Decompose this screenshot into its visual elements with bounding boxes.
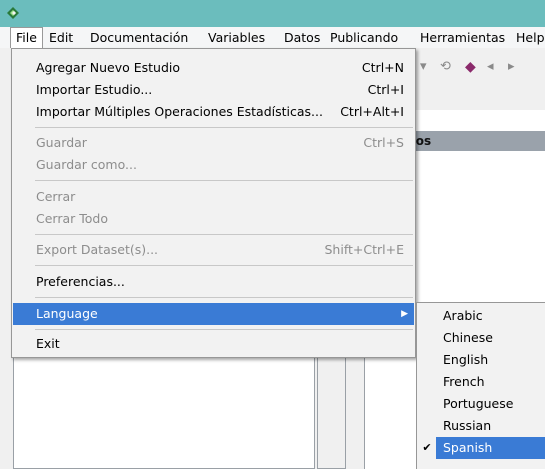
- menu-item-shortcut: Ctrl+S: [363, 135, 404, 150]
- menu-item-shortcut: Ctrl+Alt+I: [340, 104, 404, 119]
- window-titlebar: [0, 0, 545, 27]
- refresh-icon[interactable]: ⟲: [440, 59, 451, 74]
- menu-separator: [35, 265, 413, 266]
- prev-arrow-icon[interactable]: ◂: [487, 59, 494, 74]
- language-option-label: Arabic: [443, 308, 483, 323]
- menu-item-shortcut: Ctrl+I: [367, 82, 404, 97]
- menu-item-label: Cerrar: [36, 189, 76, 204]
- menu-separator: [35, 297, 413, 298]
- menu-item-label: Importar Múltiples Operaciones Estadísti…: [36, 104, 323, 119]
- menu-documentacion[interactable]: Documentación: [85, 27, 193, 48]
- menu-separator: [35, 329, 413, 330]
- menu-item-label: Importar Estudio...: [36, 82, 153, 97]
- language-option-english[interactable]: English: [418, 349, 545, 371]
- menu-item-label: Cerrar Todo: [36, 211, 108, 226]
- menu-item-label: Language: [36, 306, 98, 321]
- menu-item-exit[interactable]: Exit: [13, 333, 414, 355]
- menu-item-label: Guardar: [36, 135, 87, 150]
- checkmark-icon: ✔: [418, 437, 436, 459]
- language-option-label: French: [443, 374, 485, 389]
- menu-item-label: Guardar como...: [36, 157, 137, 172]
- menu-item-shortcut: Shift+Ctrl+E: [324, 242, 405, 257]
- language-option-russian[interactable]: Russian: [418, 415, 545, 437]
- menu-edit[interactable]: Edit: [44, 27, 78, 48]
- menu-item-export-datasets[interactable]: Export Dataset(s)... Shift+Ctrl+E: [13, 239, 414, 261]
- language-option-french[interactable]: French: [418, 371, 545, 393]
- language-option-label: English: [443, 352, 489, 367]
- menu-item-guardar-como[interactable]: Guardar como...: [13, 154, 414, 176]
- menu-item-label: Export Dataset(s)...: [36, 242, 159, 257]
- menu-item-label: Preferencias...: [36, 274, 125, 289]
- menu-item-importar-multiples[interactable]: Importar Múltiples Operaciones Estadísti…: [13, 101, 414, 123]
- menu-file[interactable]: File: [10, 27, 43, 48]
- menubar: File Edit Documentación Variables Datos …: [0, 27, 545, 49]
- next-arrow-icon[interactable]: ▸: [508, 59, 515, 74]
- menu-item-language[interactable]: Language ▶: [13, 303, 414, 325]
- menu-item-label: Agregar Nuevo Estudio: [36, 60, 181, 75]
- menu-item-cerrar-todo[interactable]: Cerrar Todo: [13, 208, 414, 230]
- language-option-label: Chinese: [443, 330, 493, 345]
- language-option-portuguese[interactable]: Portuguese: [418, 393, 545, 415]
- menu-item-agregar-nuevo-estudio[interactable]: Agregar Nuevo Estudio Ctrl+N: [13, 57, 414, 79]
- file-menu-dropdown: Agregar Nuevo Estudio Ctrl+N Importar Es…: [11, 48, 416, 358]
- menu-item-importar-estudio[interactable]: Importar Estudio... Ctrl+I: [13, 79, 414, 101]
- menu-item-label: Exit: [36, 336, 60, 351]
- language-option-spanish[interactable]: ✔ Spanish: [418, 437, 545, 459]
- language-option-arabic[interactable]: Arabic: [418, 305, 545, 327]
- menu-separator: [35, 180, 413, 181]
- menu-item-cerrar[interactable]: Cerrar: [13, 186, 414, 208]
- menu-separator: [35, 127, 413, 128]
- menu-publicando[interactable]: Publicando: [325, 27, 403, 48]
- menu-item-preferencias[interactable]: Preferencias...: [13, 271, 414, 293]
- language-submenu: Arabic Chinese English French Portuguese…: [416, 302, 545, 469]
- language-option-chinese[interactable]: Chinese: [418, 327, 545, 349]
- menu-item-shortcut: Ctrl+N: [361, 60, 404, 75]
- menu-herramientas[interactable]: Herramientas: [415, 27, 510, 48]
- dropdown-arrow-icon[interactable]: ▾: [420, 59, 427, 74]
- menu-help[interactable]: Help: [511, 27, 545, 48]
- language-option-label: Portuguese: [443, 396, 514, 411]
- app-logo-icon: [7, 7, 19, 19]
- language-option-label: Spanish: [443, 440, 493, 455]
- menu-item-guardar[interactable]: Guardar Ctrl+S: [13, 132, 414, 154]
- submenu-arrow-icon: ▶: [401, 309, 408, 319]
- menu-datos[interactable]: Datos: [279, 27, 325, 48]
- book-icon[interactable]: ◆: [465, 59, 476, 75]
- menu-separator: [35, 234, 413, 235]
- menu-variables[interactable]: Variables: [203, 27, 270, 48]
- language-option-label: Russian: [443, 418, 492, 433]
